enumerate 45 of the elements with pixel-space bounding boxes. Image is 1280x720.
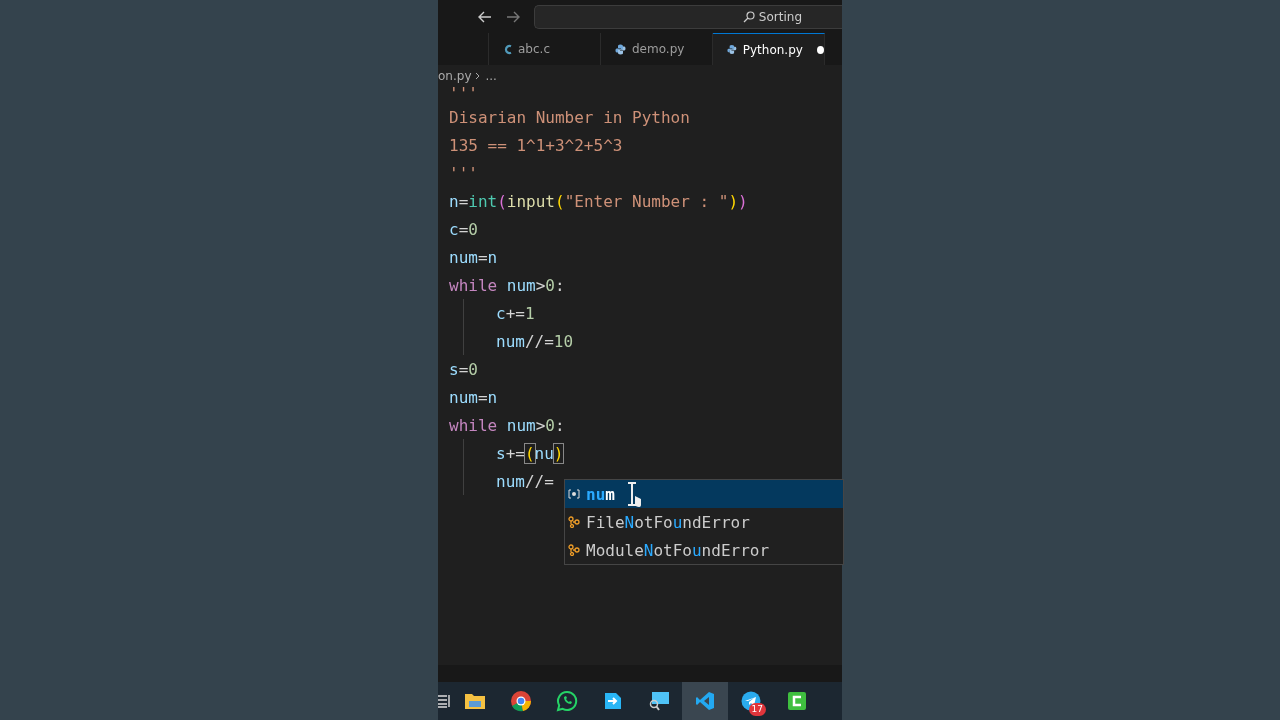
variable-icon (568, 489, 580, 499)
taskbar-editor-app[interactable] (682, 682, 728, 720)
code-line: s=0 (449, 359, 478, 379)
folder-icon (464, 692, 486, 710)
class-icon (568, 544, 580, 556)
class-icon (568, 516, 580, 528)
code-line: num=n (449, 247, 498, 267)
forward-arrow-icon[interactable] (506, 10, 520, 23)
chat-bubble-icon (556, 690, 578, 712)
breadcrumb-item[interactable]: on.py (438, 69, 472, 83)
suggestion-item[interactable]: num (565, 480, 843, 508)
code-line: c=0 (449, 219, 478, 239)
widgets-icon (438, 694, 452, 708)
code-line: while num>0: (449, 415, 565, 435)
python-file-icon (727, 44, 737, 55)
chevron-icon (475, 72, 482, 80)
arrow-tile-icon (603, 691, 623, 711)
code-line: c+=1 (496, 303, 535, 323)
code-editor-icon (695, 691, 715, 711)
text-cursor-icon (626, 482, 642, 508)
code-line: while num>0: (449, 275, 565, 295)
code-line: 135 == 1^1+3^2+5^3 (449, 135, 623, 155)
command-search-field[interactable]: Sorting (534, 4, 842, 29)
c-file-icon (503, 43, 512, 55)
taskbar-messenger-app[interactable]: 17 (728, 682, 774, 720)
code-line: ''' (449, 87, 478, 103)
code-line: num//=10 (496, 331, 574, 351)
code-line: n=int(input("Enter Number : ")) (449, 191, 748, 211)
suggestion-item[interactable]: ModuleNotFoundError (565, 536, 843, 564)
c-letter-tile-icon (787, 691, 807, 711)
editor-tab[interactable]: Python.py (713, 33, 825, 65)
notification-badge: 17 (748, 703, 766, 716)
code-line: num//= (496, 471, 554, 491)
suggestion-item[interactable]: FileNotFoundError (565, 508, 843, 536)
breadcrumb-item[interactable]: ... (485, 69, 497, 83)
code-line: num=n (449, 387, 498, 407)
editor-tab[interactable]: abc.c (489, 33, 601, 65)
python-file-icon (615, 43, 626, 55)
code-line: ''' (449, 163, 478, 183)
monitor-magnifier-icon (648, 691, 670, 711)
browser-icon (510, 690, 532, 712)
code-line: Disarian Number in Python (449, 107, 690, 127)
search-icon (742, 10, 755, 23)
back-arrow-icon[interactable] (478, 10, 492, 23)
code-line: s+=(nu) (496, 443, 564, 463)
